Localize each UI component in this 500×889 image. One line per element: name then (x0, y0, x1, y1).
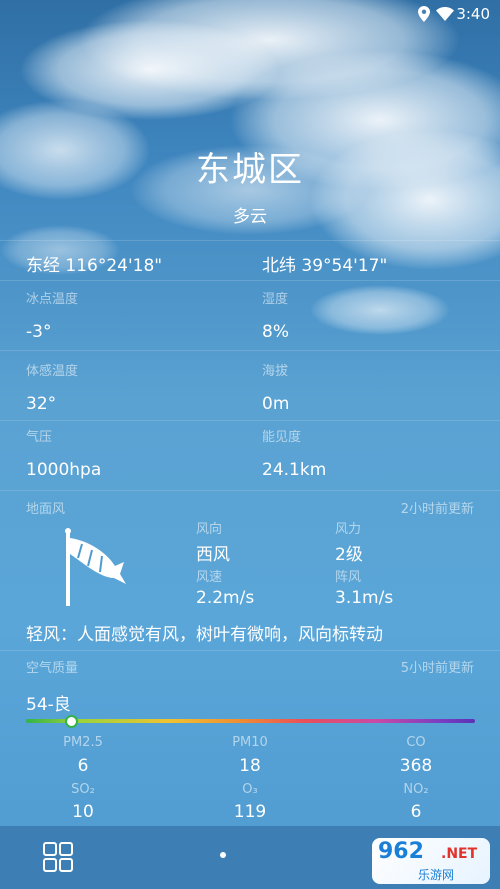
wind-direction-value: 西风 (196, 545, 230, 565)
pressure-value: 1000hpa (26, 460, 102, 480)
o3-value: 119 (233, 802, 267, 822)
aqi-value: 54-良 (26, 695, 71, 715)
windsock-icon (65, 528, 126, 606)
ground-wind-updated: 2小时前更新 (400, 502, 474, 517)
wind-force-label: 风力 (335, 522, 362, 537)
page-indicator-dot (220, 852, 226, 858)
pm10-label: PM10 (232, 735, 268, 750)
wifi-icon (436, 7, 454, 21)
pm25-label: PM2.5 (63, 735, 103, 750)
wind-gust-label: 阵风 (335, 570, 362, 585)
altitude-label: 海拔 (262, 364, 289, 379)
humidity-label: 湿度 (262, 292, 289, 307)
weather-condition: 多云 (233, 207, 267, 227)
visibility-label: 能见度 (262, 430, 302, 445)
wind-description: 轻风：人面感觉有风，树叶有微响，风向标转动 (26, 625, 383, 645)
grid-menu-icon[interactable] (43, 842, 73, 872)
wind-speed-value: 2.2m/s (196, 588, 255, 608)
status-bar: 3:40 (0, 0, 500, 28)
wind-speed-label: 风速 (196, 570, 223, 585)
city-name: 东城区 (196, 150, 304, 190)
longitude: 东经 116°24'18" (26, 256, 163, 276)
air-quality-updated: 5小时前更新 (400, 661, 474, 676)
dew-point-label: 冰点温度 (26, 292, 79, 307)
pm10-value: 18 (239, 756, 261, 776)
location-icon (418, 6, 430, 22)
co-label: CO (406, 735, 426, 750)
watermark-suffix: .NET (441, 846, 478, 862)
feels-like-value: 32° (26, 394, 57, 414)
so2-label: SO₂ (71, 782, 95, 797)
divider (0, 420, 500, 421)
so2-value: 10 (72, 802, 94, 822)
divider (0, 280, 500, 281)
watermark-number: 962 (378, 839, 424, 864)
feels-like-label: 体感温度 (26, 364, 79, 379)
pressure-label: 气压 (26, 430, 53, 445)
divider (0, 650, 500, 651)
wind-gust-value: 3.1m/s (335, 588, 394, 608)
aqi-scale-bar (26, 719, 475, 723)
pm25-value: 6 (77, 756, 89, 776)
o3-label: O₃ (242, 782, 258, 797)
no2-label: NO₂ (403, 782, 429, 797)
ground-wind-title: 地面风 (26, 502, 66, 517)
altitude-value: 0m (262, 394, 290, 414)
wind-direction-label: 风向 (196, 522, 223, 537)
divider (0, 240, 500, 241)
dew-point-value: -3° (26, 322, 52, 342)
divider (0, 350, 500, 351)
wind-force-value: 2级 (335, 545, 363, 565)
co-value: 368 (399, 756, 433, 776)
watermark-text: 乐游网 (418, 868, 455, 882)
latitude: 北纬 39°54'17" (262, 256, 388, 276)
humidity-value: 8% (262, 322, 289, 342)
aqi-indicator (64, 715, 78, 728)
air-quality-title: 空气质量 (26, 661, 79, 676)
visibility-value: 24.1km (262, 460, 327, 480)
status-time: 3:40 (456, 5, 490, 23)
no2-value: 6 (410, 802, 422, 822)
divider (0, 490, 500, 491)
